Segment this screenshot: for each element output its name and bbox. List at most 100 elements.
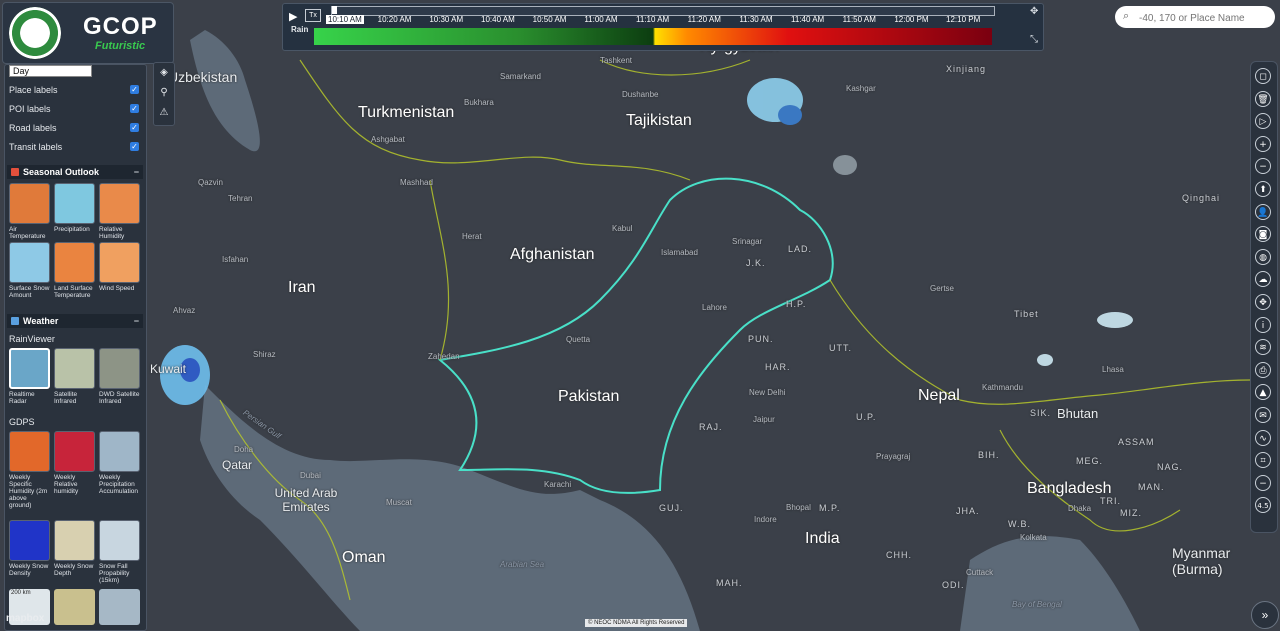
tile-partial-2[interactable] [54, 589, 95, 625]
timeline-tick[interactable]: 10:30 AM [429, 15, 463, 24]
user-icon[interactable]: 👤 [1255, 203, 1271, 220]
tile-label: Weekly Relative humidity [54, 474, 79, 495]
version-label[interactable]: 4.5 [1255, 497, 1271, 514]
terrain-icon[interactable]: ▲ [1255, 384, 1271, 401]
map-city-ahvaz: Ahvaz [173, 306, 196, 315]
map-label-har: HAR. [765, 362, 791, 372]
map-style-select[interactable]: Day [9, 65, 92, 77]
map-city-bhopal: Bhopal [786, 503, 811, 512]
map-label-pun: PUN. [748, 334, 774, 344]
layer-name-label: Rain [291, 25, 309, 34]
layer-toggle-button[interactable]: Tx [305, 9, 321, 22]
timeline-tick[interactable]: 10:50 AM [533, 15, 567, 24]
collapse-icon[interactable]: − [134, 165, 139, 179]
compass-icon[interactable]: ⬆ [1255, 181, 1271, 197]
tile-weekly-snow-depth[interactable]: Weekly Snow Depth [54, 520, 95, 577]
play-animation-icon[interactable]: ▷ [1255, 113, 1271, 130]
checkbox-checked-icon[interactable]: ✓ [130, 85, 139, 94]
timeline-tick[interactable]: 11:30 AM [739, 15, 772, 24]
tile-thumbnail [9, 520, 50, 561]
checkbox-checked-icon[interactable]: ✓ [130, 104, 139, 113]
search-input[interactable] [1137, 9, 1271, 27]
marker-icon[interactable]: ⚲ [158, 87, 170, 99]
map-label-bih: BIH. [978, 450, 1000, 460]
timeline-slider-thumb[interactable] [332, 6, 337, 14]
chart-icon[interactable]: ∿ [1255, 429, 1271, 446]
crop-icon[interactable]: ⌗ [1255, 452, 1271, 469]
map-city-lahore: Lahore [702, 303, 727, 312]
tile-thumbnail [9, 242, 50, 283]
print-icon[interactable]: ⎙ [1255, 361, 1271, 378]
camera-icon[interactable]: ◙ [1255, 226, 1271, 243]
layers-stack-icon[interactable]: ≋ [1255, 339, 1271, 356]
mapbox-logo[interactable]: mapbox [6, 613, 44, 624]
timeline-tick[interactable]: 11:20 AM [688, 15, 721, 24]
draw-polygon-icon[interactable]: ◻ [1255, 68, 1271, 84]
tile-partial-3[interactable] [99, 589, 140, 625]
search-box[interactable]: ⌕ [1115, 6, 1275, 28]
map-city-srinagar: Srinagar [732, 237, 763, 246]
comment-icon[interactable]: ✉ [1255, 407, 1271, 423]
play-icon[interactable]: ▶ [289, 10, 297, 23]
tile-snow-fall-probability[interactable]: Snow Fall Propability (15km) [99, 520, 140, 584]
seasonal-icon [11, 168, 19, 176]
map-label-jk: J.K. [746, 258, 766, 268]
tile-wind-speed[interactable]: Wind Speed [99, 242, 140, 292]
tile-weekly-specific-humidity[interactable]: Weekly Specific Humidity (2m above groun… [9, 431, 50, 509]
timeline-tick[interactable]: 11:50 AM [843, 15, 876, 24]
layers-icon[interactable]: ◈ [158, 67, 170, 79]
timeline-tick[interactable]: 10:20 AM [378, 15, 412, 24]
timeline-tick[interactable]: 11:10 AM [636, 15, 669, 24]
timeline-tick[interactable]: 10:40 AM [481, 15, 515, 24]
timeline-tick[interactable]: 11:00 AM [584, 15, 617, 24]
tile-realtime-radar[interactable]: Realtime Radar [9, 348, 50, 405]
tile-weekly-relative-humidity[interactable]: Weekly Relative humidity [54, 431, 95, 495]
zoom-out-icon[interactable]: − [1255, 158, 1271, 175]
tile-relative-humidity[interactable]: Relative Humidity [99, 183, 140, 240]
warning-icon[interactable]: ⚠ [158, 107, 170, 119]
trash-icon[interactable]: 🗑 [1255, 90, 1271, 107]
tile-dwd-satellite-infrared[interactable]: DWD Satellite Infrared [99, 348, 140, 405]
timeline-tick[interactable]: 12:10 PM [946, 15, 980, 24]
toggle-label: Place labels [9, 85, 58, 95]
toggle-transit-labels[interactable]: Transit labels ✓ [9, 142, 143, 152]
map-label-nag: NAG. [1157, 462, 1184, 472]
resize-icon[interactable]: ⤡ [1030, 34, 1038, 45]
map-label-nepal: Nepal [918, 387, 960, 404]
minus-icon[interactable]: − [1255, 474, 1271, 491]
expand-panel-button[interactable]: » [1251, 601, 1279, 629]
map-city-herat: Herat [462, 232, 482, 241]
tile-land-surface-temperature[interactable]: Land Surface Temperature [54, 242, 95, 299]
tile-satellite-infrared[interactable]: Satellite Infrared [54, 348, 95, 405]
tile-weekly-precipitation-accumulation[interactable]: Weekly Precipitation Accumulation [99, 431, 140, 495]
scale-label: 200 km [11, 590, 31, 596]
tile-air-temperature[interactable]: Air Temperature [9, 183, 50, 240]
info-icon[interactable]: i [1255, 316, 1271, 333]
toggle-poi-labels[interactable]: POI labels ✓ [9, 104, 143, 114]
tile-surface-snow-amount[interactable]: Surface Snow Amount [9, 242, 50, 299]
map-label-uae: United Arab Emirates [274, 486, 338, 514]
collapse-icon[interactable]: − [134, 314, 139, 328]
globe-icon[interactable]: ◍ [1255, 248, 1271, 265]
timeline-tick[interactable]: 12:00 PM [894, 15, 928, 24]
tile-weekly-snow-density[interactable]: Weekly Snow Density [9, 520, 50, 577]
tile-precipitation[interactable]: Precipitation [54, 183, 95, 233]
move-icon[interactable]: ✥ [1030, 6, 1038, 17]
map-label-lad: LAD. [788, 244, 813, 254]
map-city-prayagraj: Prayagraj [876, 452, 911, 461]
timeline-tick[interactable]: 11:40 AM [791, 15, 824, 24]
section-seasonal-outlook[interactable]: Seasonal Outlook − [7, 165, 143, 179]
logo-panel: GCOP Futuristic [2, 2, 174, 64]
section-title: Seasonal Outlook [23, 167, 100, 177]
move-icon[interactable]: ✥ [1255, 294, 1271, 310]
timeline-tick[interactable]: 10:10 AM [326, 15, 364, 24]
section-weather[interactable]: Weather − [7, 314, 143, 328]
checkbox-checked-icon[interactable]: ✓ [130, 142, 139, 151]
checkbox-checked-icon[interactable]: ✓ [130, 123, 139, 132]
tile-thumbnail [99, 431, 140, 472]
weather-icon[interactable]: ☁ [1255, 271, 1271, 288]
zoom-in-icon[interactable]: + [1255, 135, 1271, 152]
map-city-kabul: Kabul [612, 224, 633, 233]
toggle-road-labels[interactable]: Road labels ✓ [9, 123, 143, 133]
toggle-place-labels[interactable]: Place labels ✓ [9, 85, 143, 95]
